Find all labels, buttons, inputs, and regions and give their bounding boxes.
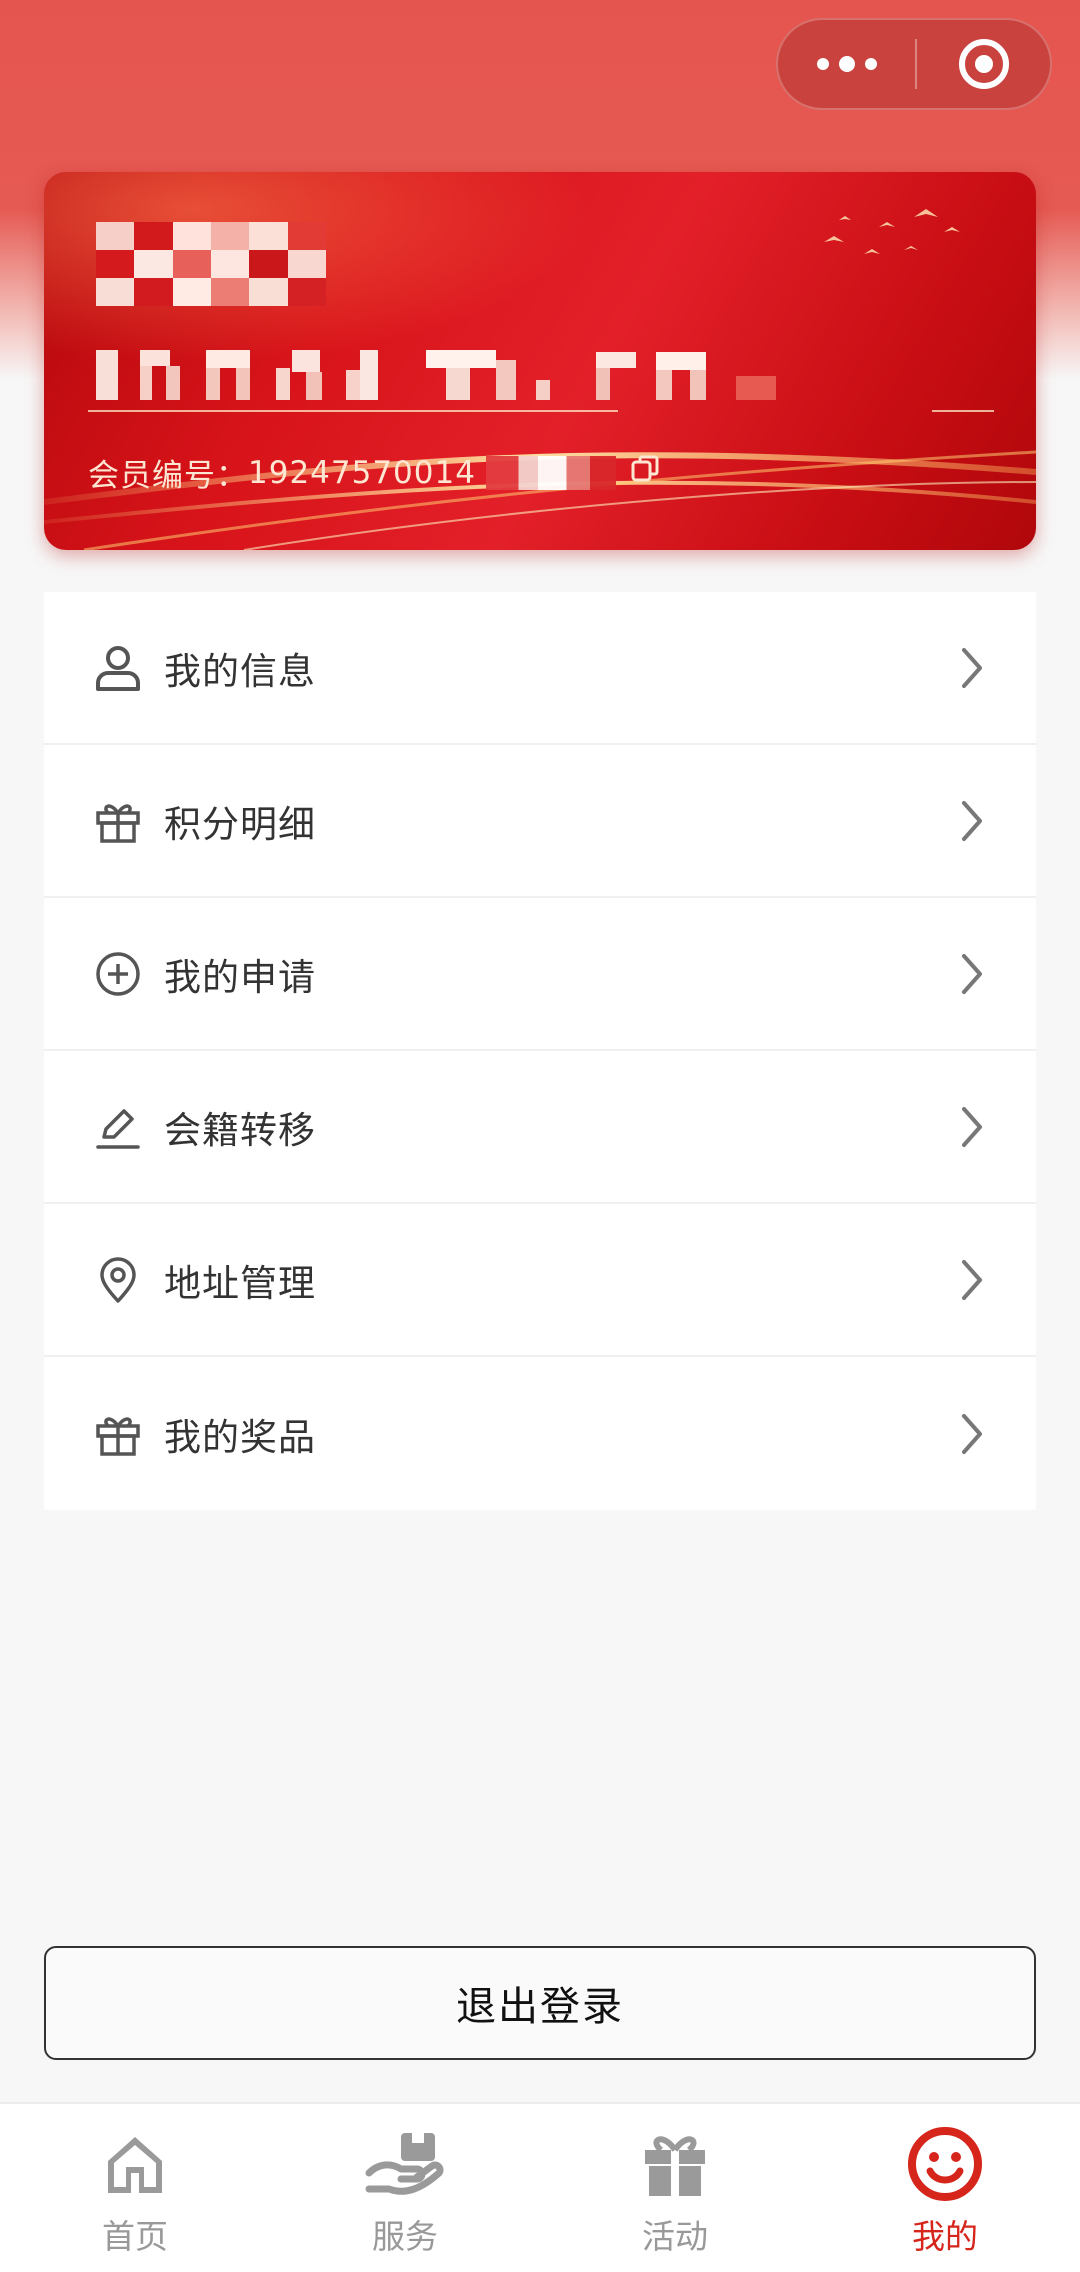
user-icon xyxy=(92,642,144,694)
gift-box-icon xyxy=(635,2124,715,2204)
more-dots-icon[interactable] xyxy=(778,20,915,108)
gift-icon xyxy=(92,1408,144,1460)
tab-home[interactable]: 首页 xyxy=(0,2104,270,2272)
tab-label: 活动 xyxy=(642,2217,708,2256)
member-number-mosaic xyxy=(485,455,616,490)
menu-item-points-detail[interactable]: 积分明细 xyxy=(44,745,1036,898)
profile-page: 会员编号： 19247570014 我的信息 积分明细 我的申请 会籍转移 地址… xyxy=(0,0,1080,2272)
menu-item-label: 地址管理 xyxy=(164,1261,316,1305)
bottom-tab-bar: 首页 服务 活动 我的 xyxy=(0,2102,1080,2272)
member-number-value: 19247570014 xyxy=(248,454,476,491)
tab-services[interactable]: 服务 xyxy=(270,2104,540,2272)
logout-button[interactable]: 退出登录 xyxy=(44,1946,1036,2060)
menu-item-label: 我的奖品 xyxy=(164,1415,316,1459)
menu-item-my-applications[interactable]: 我的申请 xyxy=(44,898,1036,1051)
miniprogram-capsule xyxy=(776,18,1052,110)
home-icon xyxy=(95,2124,175,2204)
tab-label: 服务 xyxy=(372,2217,438,2256)
tab-label: 首页 xyxy=(102,2217,168,2256)
member-name-mosaic xyxy=(96,222,326,306)
tab-label: 我的 xyxy=(912,2217,978,2256)
location-pin-icon xyxy=(92,1254,144,1306)
chevron-right-icon xyxy=(962,800,982,841)
card-divider-right xyxy=(932,410,994,412)
menu-item-my-info[interactable]: 我的信息 xyxy=(44,592,1036,745)
card-divider-left xyxy=(88,410,618,412)
member-number-label: 会员编号： xyxy=(88,458,248,494)
menu-item-label: 会籍转移 xyxy=(164,1108,316,1152)
chevron-right-icon xyxy=(962,1259,982,1300)
chevron-right-icon xyxy=(962,1413,982,1454)
chevron-right-icon xyxy=(962,1106,982,1147)
smile-face-icon xyxy=(905,2124,985,2204)
tab-activities[interactable]: 活动 xyxy=(540,2104,810,2272)
chevron-right-icon xyxy=(962,647,982,688)
menu-item-address-management[interactable]: 地址管理 xyxy=(44,1204,1036,1357)
member-number-row: 会员编号： 19247570014 xyxy=(88,450,660,495)
copy-icon[interactable] xyxy=(630,454,660,492)
member-card: 会员编号： 19247570014 xyxy=(44,172,1036,550)
menu-list: 我的信息 积分明细 我的申请 会籍转移 地址管理 我的奖品 xyxy=(44,592,1036,1510)
hand-box-icon xyxy=(365,2124,445,2204)
tab-mine[interactable]: 我的 xyxy=(810,2104,1080,2272)
menu-item-label: 我的申请 xyxy=(164,955,316,999)
edit-pencil-icon xyxy=(92,1101,144,1153)
menu-item-my-prizes[interactable]: 我的奖品 xyxy=(44,1357,1036,1510)
menu-item-membership-transfer[interactable]: 会籍转移 xyxy=(44,1051,1036,1204)
gift-icon xyxy=(92,795,144,847)
chevron-right-icon xyxy=(962,953,982,994)
plus-circle-icon xyxy=(92,948,144,1000)
target-circle-icon[interactable] xyxy=(917,20,1050,108)
menu-item-label: 我的信息 xyxy=(164,649,316,693)
organization-name-mosaic xyxy=(96,350,776,400)
menu-item-label: 积分明细 xyxy=(164,802,316,846)
